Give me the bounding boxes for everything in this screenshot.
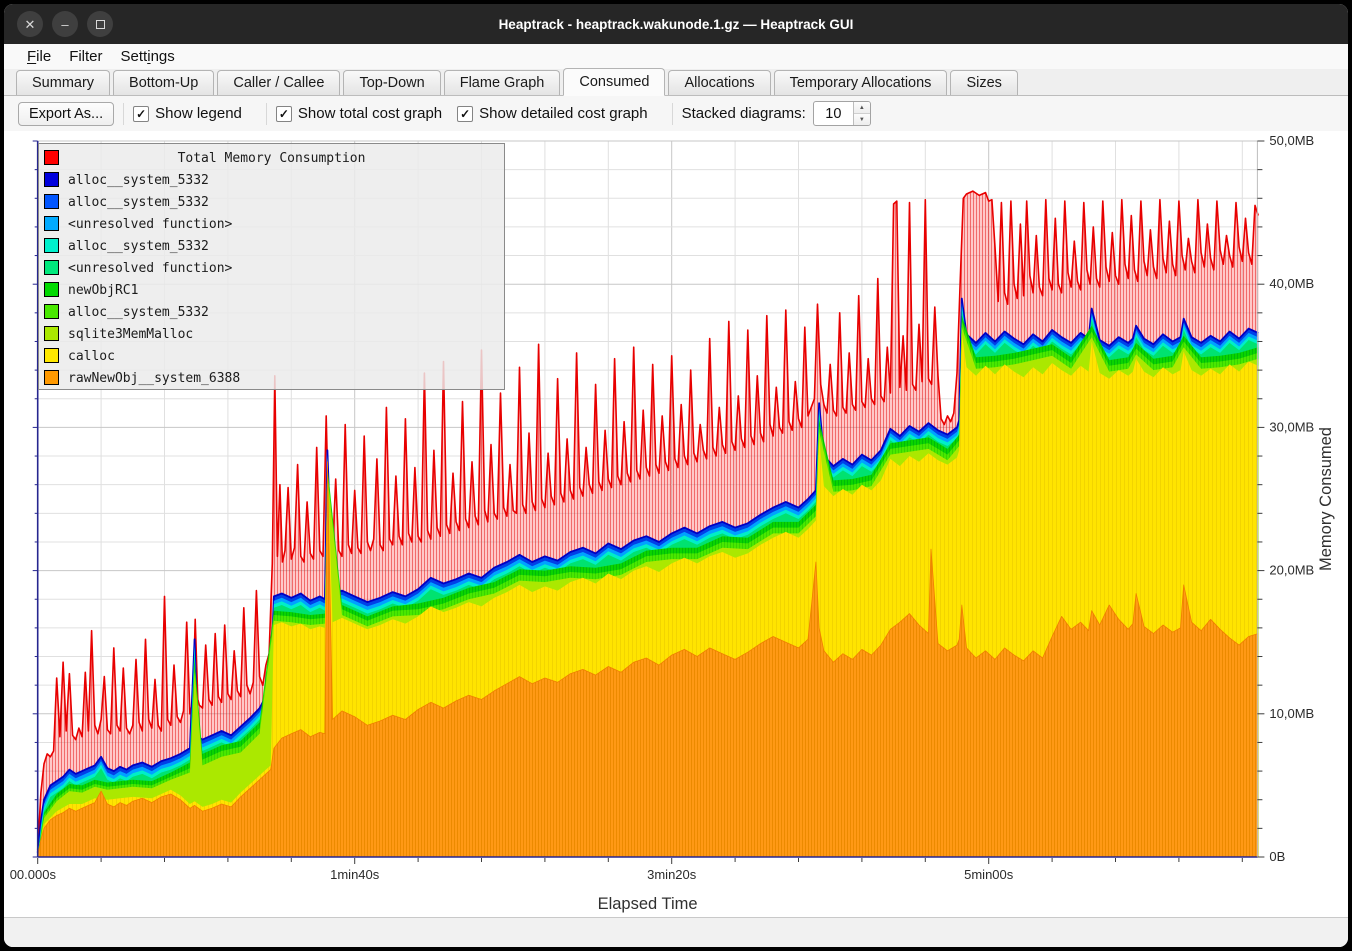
checkmark-icon: ✓ xyxy=(276,106,292,122)
toolbar: Export As... ✓ Show legend ✓ Show total cos… xyxy=(4,96,1348,131)
legend-swatch xyxy=(44,326,59,341)
stacked-diagrams-value: 10 xyxy=(814,102,853,125)
legend-label: <unresolved function> xyxy=(68,217,232,232)
legend-swatch xyxy=(44,172,59,187)
legend-item: alloc__system_5332 xyxy=(39,235,504,257)
legend-swatch xyxy=(44,282,59,297)
legend-item: calloc xyxy=(39,345,504,367)
legend-label: alloc__system_5332 xyxy=(68,195,209,210)
tab-bottom-up[interactable]: Bottom-Up xyxy=(113,70,214,95)
x-tick-label: 00.000s xyxy=(10,867,57,882)
x-axis-title: Elapsed Time xyxy=(598,895,698,913)
tab-flame-graph[interactable]: Flame Graph xyxy=(444,70,561,95)
legend-label: newObjRC1 xyxy=(68,283,138,298)
legend-item: alloc__system_5332 xyxy=(39,191,504,213)
checkbox-show-detailed-cost-graph[interactable]: ✓ Show detailed cost graph xyxy=(457,105,647,122)
consumed-chart: 00.000s 1min40s 3min20s 5min00s 0B 10,0MB 20,0… xyxy=(4,131,1348,918)
legend-swatch xyxy=(44,216,59,231)
tab-caller-callee[interactable]: Caller / Callee xyxy=(217,70,340,95)
menu-bar: FileFilterSettings xyxy=(4,44,1348,69)
legend-label: calloc xyxy=(68,349,115,364)
spin-down-button[interactable]: ▼ xyxy=(854,114,870,125)
spin-up-button[interactable]: ▲ xyxy=(854,102,870,114)
legend-label: rawNewObj__system_6388 xyxy=(68,371,240,386)
checkbox-label: Show detailed cost graph xyxy=(479,105,647,122)
x-tick-label: 5min00s xyxy=(964,867,1014,882)
title-bar: ✕ – Heaptrack - heaptrack.wakunode.1.gz … xyxy=(4,4,1348,44)
tab-allocations[interactable]: Allocations xyxy=(668,70,770,95)
checkbox-show-legend[interactable]: ✓ Show legend xyxy=(133,105,242,122)
legend-label: alloc__system_5332 xyxy=(68,239,209,254)
legend-item: alloc__system_5332 xyxy=(39,301,504,323)
legend-swatch xyxy=(44,304,59,319)
legend-swatch xyxy=(44,348,59,363)
legend-item: <unresolved function> xyxy=(39,257,504,279)
legend-label: alloc__system_5332 xyxy=(68,305,209,320)
legend-swatch xyxy=(44,238,59,253)
menu-item-filter[interactable]: Filter xyxy=(60,47,111,66)
y-tick-label: 30,0MB xyxy=(1269,419,1314,434)
legend-item: alloc__system_5332 xyxy=(39,169,504,191)
y-tick-label: 50,0MB xyxy=(1269,133,1314,148)
y-tick-label: 0B xyxy=(1269,849,1285,864)
tab-temporary-allocations[interactable]: Temporary Allocations xyxy=(774,70,948,95)
stacked-diagrams-label: Stacked diagrams: xyxy=(682,105,806,122)
toolbar-separator xyxy=(266,103,267,125)
window-bottom-strip xyxy=(4,918,1348,947)
checkbox-label: Show total cost graph xyxy=(298,105,442,122)
legend-label: Total Memory Consumption xyxy=(39,151,504,166)
legend-swatch xyxy=(44,150,59,165)
legend-item: sqlite3MemMalloc xyxy=(39,323,504,345)
y-axis-title: Memory Consumed xyxy=(1317,427,1335,571)
chart-legend: Total Memory Consumption alloc__system_53… xyxy=(38,143,505,390)
x-tick-label: 1min40s xyxy=(330,867,380,882)
y-tick-label: 10,0MB xyxy=(1269,706,1314,721)
tab-bar: SummaryBottom-UpCaller / CalleeTop-DownF… xyxy=(4,69,1348,96)
legend-swatch xyxy=(44,194,59,209)
legend-item: Total Memory Consumption xyxy=(39,147,504,169)
tab-summary[interactable]: Summary xyxy=(16,70,110,95)
x-tick-label: 3min20s xyxy=(647,867,697,882)
heaptrack-window: ✕ – Heaptrack - heaptrack.wakunode.1.gz … xyxy=(4,4,1348,947)
menu-item-file[interactable]: File xyxy=(18,47,60,66)
legend-swatch xyxy=(44,260,59,275)
tab-sizes[interactable]: Sizes xyxy=(950,70,1017,95)
checkbox-show-total-cost-graph[interactable]: ✓ Show total cost graph xyxy=(276,105,442,122)
legend-item: <unresolved function> xyxy=(39,213,504,235)
toolbar-separator xyxy=(123,103,124,125)
legend-item: newObjRC1 xyxy=(39,279,504,301)
checkmark-icon: ✓ xyxy=(133,106,149,122)
legend-item: rawNewObj__system_6388 xyxy=(39,367,504,389)
tab-top-down[interactable]: Top-Down xyxy=(343,70,440,95)
stacked-diagrams-spinner[interactable]: 10 ▲ ▼ xyxy=(813,101,871,126)
legend-swatch xyxy=(44,370,59,385)
legend-label: sqlite3MemMalloc xyxy=(68,327,193,342)
checkmark-icon: ✓ xyxy=(457,106,473,122)
y-tick-label: 20,0MB xyxy=(1269,563,1314,578)
y-tick-label: 40,0MB xyxy=(1269,276,1314,291)
menu-item-settings[interactable]: Settings xyxy=(112,47,184,66)
legend-label: <unresolved function> xyxy=(68,261,232,276)
window-title: Heaptrack - heaptrack.wakunode.1.gz — He… xyxy=(4,17,1348,32)
toolbar-separator xyxy=(672,103,673,125)
checkbox-label: Show legend xyxy=(155,105,242,122)
export-as-button[interactable]: Export As... xyxy=(18,102,114,126)
legend-label: alloc__system_5332 xyxy=(68,173,209,188)
tab-consumed[interactable]: Consumed xyxy=(563,68,665,96)
